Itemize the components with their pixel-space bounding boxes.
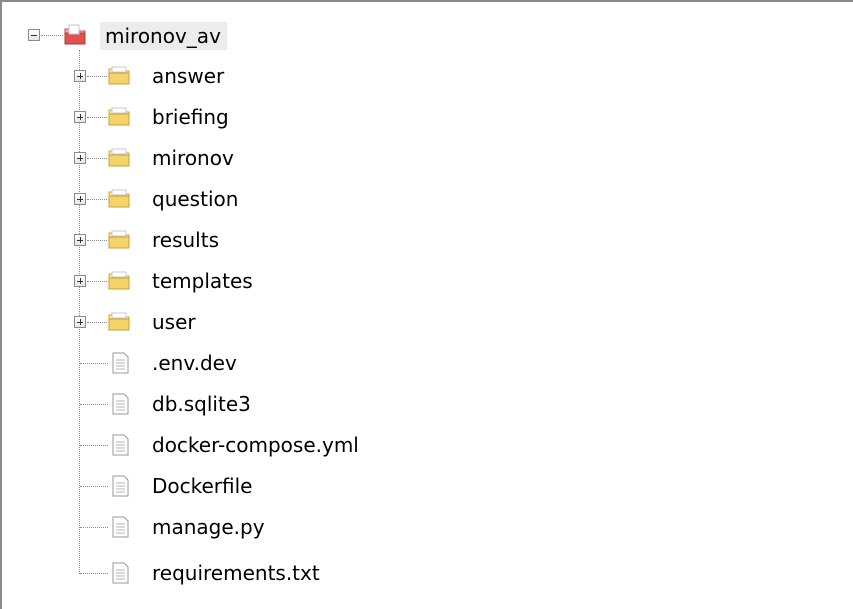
branch-line: [80, 445, 108, 446]
expand-folder-toggle[interactable]: [74, 234, 86, 246]
branch-line: [80, 363, 108, 364]
folder-icon: [107, 310, 131, 334]
project-folder-icon: [63, 23, 87, 47]
file-icon: [108, 351, 132, 375]
file-label: db.sqlite3: [152, 392, 251, 416]
folder-label: answer: [152, 64, 225, 88]
file-icon: [108, 392, 132, 416]
branch-line: [87, 76, 107, 77]
tree-item-folder[interactable]: answer: [152, 56, 224, 96]
tree-item-folder[interactable]: templates: [152, 261, 253, 301]
branch-line: [80, 404, 108, 405]
file-icon: [108, 515, 132, 539]
folder-label: mironov: [152, 146, 234, 170]
folder-icon: [107, 146, 131, 170]
root-branch-line: [41, 35, 63, 36]
branch-line: [80, 486, 108, 487]
folder-label: question: [152, 187, 239, 211]
expand-folder-toggle[interactable]: [74, 70, 86, 82]
folder-label: results: [152, 228, 220, 252]
file-label: Dockerfile: [152, 474, 253, 498]
tree-item-file[interactable]: .env.dev: [152, 343, 237, 383]
file-icon: [108, 474, 132, 498]
branch-line: [87, 240, 107, 241]
file-label: manage.py: [152, 515, 265, 539]
root-label: mironov_av: [100, 22, 227, 50]
tree-item-root[interactable]: mironov_av: [100, 16, 227, 56]
branch-line: [87, 117, 107, 118]
folder-icon: [107, 187, 131, 211]
folder-icon: [107, 269, 131, 293]
branch-line: [80, 527, 108, 528]
folder-icon: [107, 64, 131, 88]
file-label: requirements.txt: [152, 561, 320, 585]
file-icon: [108, 561, 132, 585]
tree-item-folder[interactable]: mironov: [152, 138, 234, 178]
branch-line: [87, 158, 107, 159]
tree-item-file[interactable]: manage.py: [152, 507, 265, 547]
folder-icon: [107, 105, 131, 129]
expand-folder-toggle[interactable]: [74, 152, 86, 164]
tree-item-folder[interactable]: question: [152, 179, 238, 219]
folder-icon: [107, 228, 131, 252]
tree-item-folder[interactable]: results: [152, 220, 219, 260]
folder-label: user: [152, 310, 196, 334]
file-icon: [108, 433, 132, 457]
collapse-root-toggle[interactable]: [28, 29, 40, 41]
file-label: docker-compose.yml: [152, 433, 359, 457]
branch-line: [87, 322, 107, 323]
expand-folder-toggle[interactable]: [74, 275, 86, 287]
tree-item-file[interactable]: docker-compose.yml: [152, 425, 359, 465]
folder-label: templates: [152, 269, 253, 293]
branch-line: [80, 573, 108, 574]
tree-item-folder[interactable]: user: [152, 302, 196, 342]
expand-folder-toggle[interactable]: [74, 193, 86, 205]
tree-item-file[interactable]: requirements.txt: [152, 553, 320, 593]
expand-folder-toggle[interactable]: [74, 111, 86, 123]
branch-line: [87, 281, 107, 282]
folder-label: briefing: [152, 105, 229, 129]
file-tree: mironov_av answer briefing mironov quest…: [0, 0, 851, 607]
tree-item-file[interactable]: db.sqlite3: [152, 384, 251, 424]
expand-folder-toggle[interactable]: [74, 316, 86, 328]
tree-item-file[interactable]: Dockerfile: [152, 466, 253, 506]
root-connector-line: [79, 50, 80, 574]
file-label: .env.dev: [152, 351, 237, 375]
branch-line: [87, 199, 107, 200]
tree-item-folder[interactable]: briefing: [152, 97, 229, 137]
